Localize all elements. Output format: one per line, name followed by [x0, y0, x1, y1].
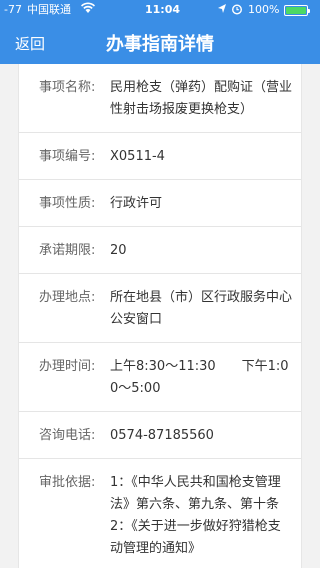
detail-label: 事项编号: — [39, 149, 96, 164]
detail-label: 办理地点: — [39, 290, 96, 305]
detail-row-item-nature: 事项性质: 行政许可 — [19, 180, 301, 227]
status-time: 11:04 — [145, 3, 181, 16]
detail-label: 事项名称: — [39, 80, 96, 95]
alarm-clock-icon — [231, 3, 243, 19]
nav-header: -77 中国联通 11:04 100% 返回 办事指南详情 — [0, 0, 320, 64]
battery-icon — [284, 5, 310, 16]
detail-label: 咨询电话: — [39, 428, 96, 443]
detail-row-office-hours: 办理时间: 上午8:30～11:30 下午1:00～5:00 — [19, 343, 301, 412]
detail-value: 民用枪支（弹药）配购证（营业性射击场报废更换枪支） — [110, 80, 293, 117]
detail-value: 上午8:30～11:30 下午1:00～5:00 — [110, 359, 289, 396]
detail-label: 办理时间: — [39, 359, 96, 374]
detail-card: 事项名称: 民用枪支（弹药）配购证（营业性射击场报废更换枪支） 事项编号: X0… — [18, 64, 302, 568]
detail-row-phone: 咨询电话: 0574-87185560 — [19, 412, 301, 459]
detail-row-item-code: 事项编号: X0511-4 — [19, 133, 301, 180]
signal-strength: -77 — [4, 3, 22, 16]
detail-row-legal-basis: 审批依据: 1：《中华人民共和国枪支管理法》第六条、第九条、第十条2：《关于进一… — [19, 459, 301, 568]
detail-label: 审批依据: — [39, 475, 96, 490]
carrier-name: 中国联通 — [27, 3, 71, 16]
detail-value: 行政许可 — [110, 196, 163, 211]
page-title: 办事指南详情 — [106, 34, 214, 55]
location-icon — [217, 3, 227, 19]
wifi-icon — [81, 2, 95, 17]
detail-row-location: 办理地点: 所在地县（市）区行政服务中心公安窗口 — [19, 274, 301, 343]
detail-value: X0511-4 — [110, 149, 165, 164]
detail-row-item-name: 事项名称: 民用枪支（弹药）配购证（营业性射击场报废更换枪支） — [19, 64, 301, 133]
detail-value: 1：《中华人民共和国枪支管理法》第六条、第九条、第十条2：《关于进一步做好狩猎枪… — [110, 475, 281, 556]
detail-value: 20 — [110, 243, 127, 258]
status-bar: -77 中国联通 11:04 100% — [0, 0, 320, 20]
detail-value[interactable]: 0574-87185560 — [110, 425, 293, 447]
detail-value: 所在地县（市）区行政服务中心公安窗口 — [110, 290, 293, 327]
battery-percent: 100% — [248, 3, 280, 16]
detail-label: 承诺期限: — [39, 243, 96, 258]
detail-label: 事项性质: — [39, 196, 96, 211]
detail-row-deadline: 承诺期限: 20 — [19, 227, 301, 274]
